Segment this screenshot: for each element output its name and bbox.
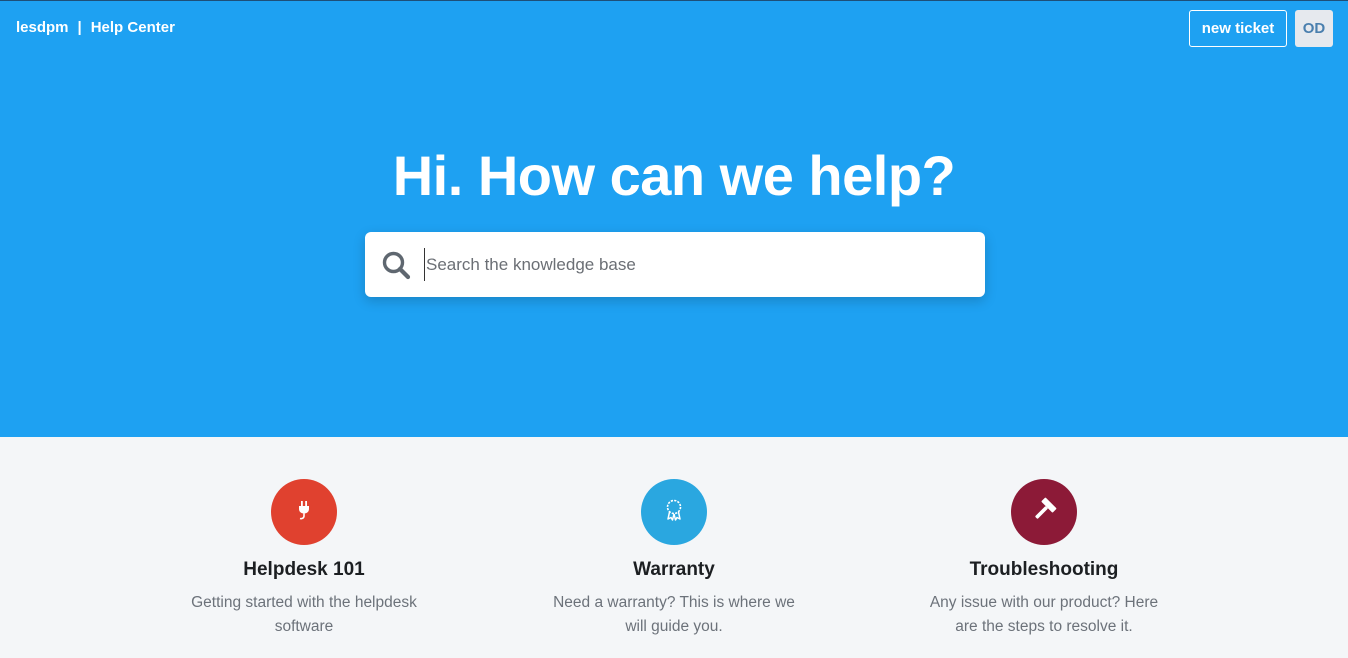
search-icon [381, 250, 411, 280]
category-title[interactable]: Helpdesk 101 [144, 557, 464, 583]
category-title[interactable]: Troubleshooting [884, 557, 1204, 583]
hero-title: Hi. How can we help? [392, 144, 956, 207]
help-center-link[interactable]: Help Center [91, 19, 175, 36]
category-icon-circle [271, 479, 337, 545]
search-input[interactable] [424, 248, 964, 281]
brand-separator: | [77, 19, 82, 36]
category-description: Need a warranty? This is where we will g… [553, 594, 795, 635]
plug-icon [294, 499, 314, 526]
category-description: Getting started with the helpdesk softwa… [191, 594, 417, 635]
ribbon-badge-icon [663, 498, 685, 527]
user-avatar[interactable]: OD [1295, 10, 1333, 47]
category-icon-circle [641, 479, 707, 545]
hero-section: lesdpm | Help Center new ticket OD Hi. H… [0, 1, 1348, 437]
brand-name[interactable]: lesdpm [16, 19, 69, 36]
new-ticket-button[interactable]: new ticket [1189, 10, 1287, 47]
category-warranty[interactable]: Warranty Need a warranty? This is where … [514, 479, 834, 639]
category-icon-circle [1011, 479, 1077, 545]
brand[interactable]: lesdpm | Help Center [16, 19, 175, 36]
hammer-icon [1031, 497, 1057, 528]
category-troubleshooting[interactable]: Troubleshooting Any issue with our produ… [884, 479, 1204, 639]
category-helpdesk-101[interactable]: Helpdesk 101 Getting started with the he… [144, 479, 464, 639]
category-description: Any issue with our product? Here are the… [929, 594, 1159, 635]
category-title[interactable]: Warranty [514, 557, 834, 583]
search-box[interactable] [365, 232, 985, 297]
